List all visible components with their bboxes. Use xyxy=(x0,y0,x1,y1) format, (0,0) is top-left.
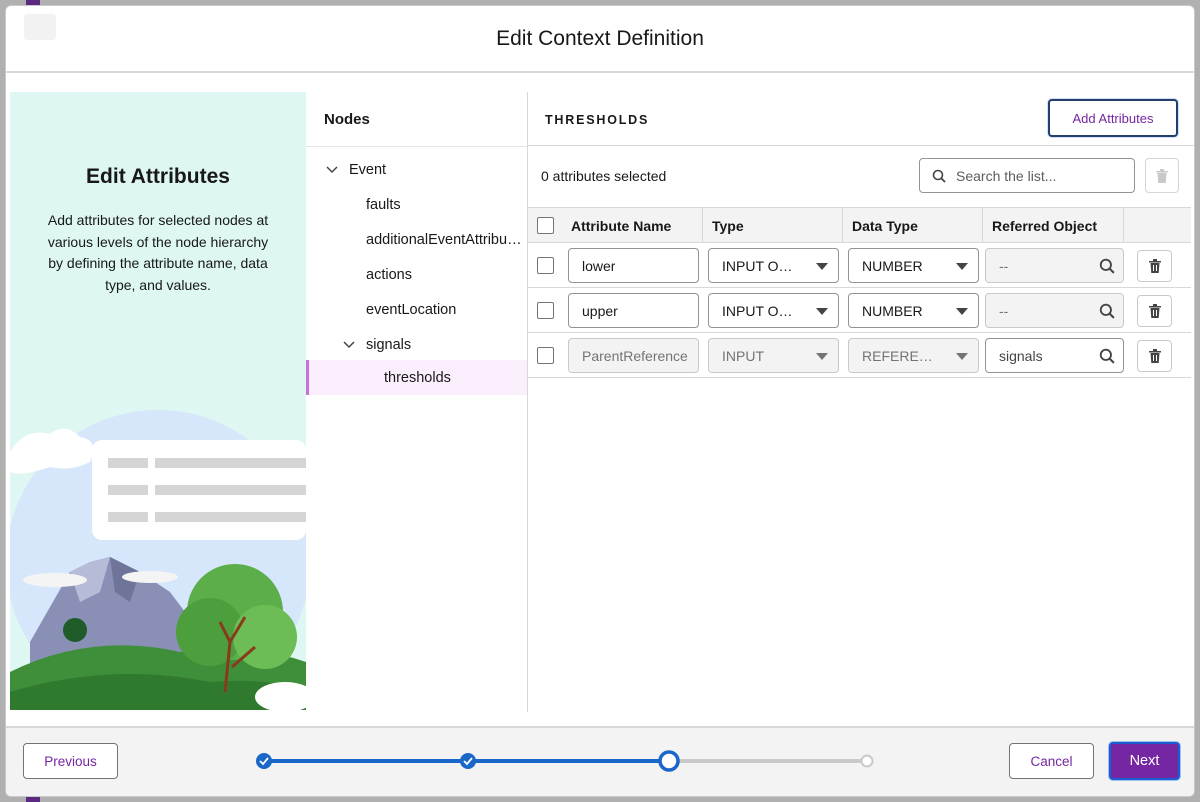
data-type-select[interactable]: NUMBER xyxy=(848,293,979,328)
column-header-referred-object: Referred Object xyxy=(983,208,1124,243)
chevron-down-icon[interactable] xyxy=(342,338,356,352)
tree-item-label: eventLocation xyxy=(366,302,457,318)
delete-row-button[interactable] xyxy=(1137,340,1172,372)
modal-body: Edit Attributes Add attributes for selec… xyxy=(10,92,1194,712)
data-type-select: REFERENCE xyxy=(848,338,979,373)
modal-title: Edit Context Definition xyxy=(496,26,704,50)
tree-item-label: Event xyxy=(349,162,387,178)
delete-selected-button[interactable] xyxy=(1145,158,1179,193)
chevron-down-icon xyxy=(956,308,968,315)
attribute-name-input[interactable]: lower xyxy=(568,248,699,283)
referred-object-lookup[interactable]: -- xyxy=(985,248,1124,283)
attributes-table: Attribute Name Type Data Type Referred O… xyxy=(528,207,1191,378)
nodes-divider xyxy=(306,146,527,147)
search-icon xyxy=(1099,303,1115,319)
search-icon xyxy=(1099,348,1115,364)
tree-item-faults[interactable]: faults xyxy=(306,188,527,222)
progress-step-3-current[interactable] xyxy=(658,750,680,772)
trash-icon xyxy=(1148,259,1161,273)
type-select[interactable]: INPUT OUTPUT xyxy=(708,248,839,283)
chevron-down-icon xyxy=(816,308,828,315)
chevron-down-icon xyxy=(816,263,828,270)
column-header-type: Type xyxy=(703,208,843,243)
tree-item-label: signals xyxy=(366,337,412,353)
background-ghost-element xyxy=(24,14,56,40)
chevron-down-icon xyxy=(956,353,968,360)
type-select: INPUT xyxy=(708,338,839,373)
attribute-name-input[interactable]: upper xyxy=(568,293,699,328)
search-icon xyxy=(1099,258,1115,274)
data-type-select[interactable]: NUMBER xyxy=(848,248,979,283)
row-checkbox[interactable] xyxy=(537,302,554,319)
nodes-panel: Nodes Event faults additionalEventAttrib… xyxy=(306,92,528,712)
tree-item-additional-event-attributes[interactable]: additionalEventAttributes xyxy=(306,223,527,257)
tree-item-event-location[interactable]: eventLocation xyxy=(306,293,527,327)
table-row: ParentReference INPUT REFERENCE signals xyxy=(528,333,1191,378)
chevron-down-icon[interactable] xyxy=(325,163,339,177)
illustration-title: Edit Attributes xyxy=(86,165,230,188)
search-placeholder: Search the list... xyxy=(956,167,1057,184)
nodes-heading: Nodes xyxy=(324,111,370,128)
search-icon xyxy=(932,169,946,183)
tree-item-event[interactable]: Event xyxy=(306,153,527,187)
search-input[interactable]: Search the list... xyxy=(919,158,1135,193)
add-attributes-button[interactable]: Add Attributes xyxy=(1048,99,1178,137)
progress-step-2[interactable] xyxy=(460,753,476,769)
column-header-data-type: Data Type xyxy=(843,208,983,243)
cancel-button[interactable]: Cancel xyxy=(1009,743,1094,779)
edit-context-modal: Edit Context Definition Edit Attributes … xyxy=(5,5,1195,797)
referred-object-lookup[interactable]: signals xyxy=(985,338,1124,373)
selected-count: 0 attributes selected xyxy=(541,168,667,184)
next-button[interactable]: Next xyxy=(1109,742,1180,780)
tree-item-label: actions xyxy=(366,267,412,283)
table-row: lower INPUT OUTPUT NUMBER -- xyxy=(528,243,1191,288)
tree-item-label: additionalEventAttributes xyxy=(366,232,525,248)
type-select[interactable]: INPUT OUTPUT xyxy=(708,293,839,328)
table-row: upper INPUT OUTPUT NUMBER -- xyxy=(528,288,1191,333)
illustration-description: Add attributes for selected nodes at var… xyxy=(47,212,269,293)
tree-item-signals[interactable]: signals xyxy=(306,328,527,362)
row-checkbox[interactable] xyxy=(537,257,554,274)
table-header: Attribute Name Type Data Type Referred O… xyxy=(528,207,1191,243)
tree-item-label: thresholds xyxy=(384,369,451,386)
select-all-checkbox[interactable] xyxy=(537,217,554,234)
progress-step-4[interactable] xyxy=(860,754,874,768)
attribute-name-input: ParentReference xyxy=(568,338,699,373)
tree-item-actions[interactable]: actions xyxy=(306,258,527,292)
delete-row-button[interactable] xyxy=(1137,295,1172,327)
delete-row-button[interactable] xyxy=(1137,250,1172,282)
header-divider xyxy=(528,145,1194,146)
trash-icon xyxy=(1148,304,1161,318)
section-title: THRESHOLDS xyxy=(545,113,650,127)
modal-header: Edit Context Definition xyxy=(6,6,1194,73)
landscape-illustration xyxy=(10,410,306,710)
modal-footer: Previous Cancel Next xyxy=(6,726,1194,796)
tree-item-thresholds[interactable]: thresholds xyxy=(306,360,527,395)
attributes-panel: THRESHOLDS Add Attributes 0 attributes s… xyxy=(528,92,1194,712)
tree-item-label: faults xyxy=(366,197,401,213)
column-header-attribute-name: Attribute Name xyxy=(562,208,703,243)
chevron-down-icon xyxy=(816,353,828,360)
progress-step-1[interactable] xyxy=(256,753,272,769)
referred-object-lookup[interactable]: -- xyxy=(985,293,1124,328)
row-checkbox[interactable] xyxy=(537,347,554,364)
trash-icon xyxy=(1156,168,1168,183)
chevron-down-icon xyxy=(956,263,968,270)
illustration-panel: Edit Attributes Add attributes for selec… xyxy=(10,92,306,710)
trash-icon xyxy=(1148,349,1161,363)
